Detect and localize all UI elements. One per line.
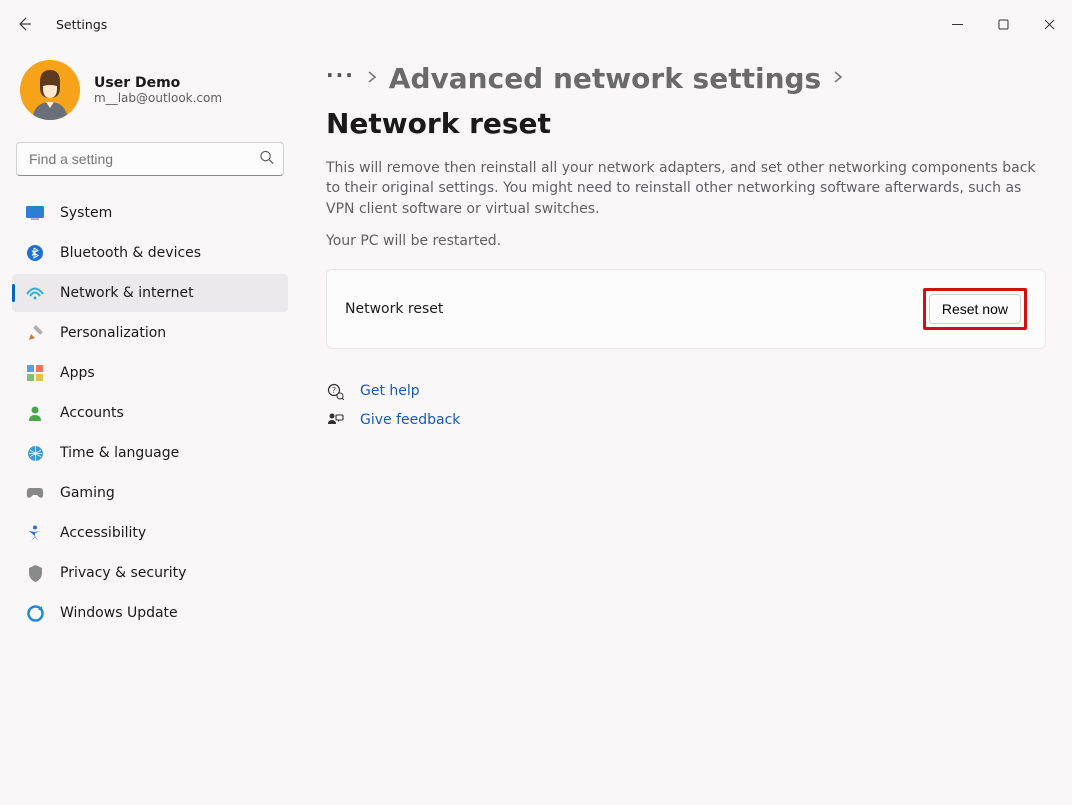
profile-block[interactable]: User Demo m__lab@outlook.com [12, 54, 288, 138]
profile-email: m__lab@outlook.com [94, 91, 222, 105]
sidebar-item-apps[interactable]: Apps [12, 354, 288, 392]
sidebar-item-label: Accounts [60, 405, 124, 421]
page-title: Network reset [326, 107, 551, 140]
search-wrap [16, 142, 284, 176]
system-icon [26, 204, 44, 222]
chevron-right-icon [367, 70, 377, 88]
network-icon [26, 284, 44, 302]
titlebar: Settings [0, 0, 1072, 48]
sidebar-item-label: Gaming [60, 485, 115, 501]
reset-now-button[interactable]: Reset now [929, 294, 1021, 324]
avatar [20, 60, 80, 120]
update-icon [26, 604, 44, 622]
card-label: Network reset [345, 301, 443, 317]
help-row: ? Get help [326, 383, 1046, 400]
sidebar-item-system[interactable]: System [12, 194, 288, 232]
sidebar-item-personalization[interactable]: Personalization [12, 314, 288, 352]
sidebar-item-label: System [60, 205, 112, 221]
svg-text:?: ? [331, 386, 335, 395]
personalization-icon [26, 324, 44, 342]
restart-note: Your PC will be restarted. [326, 233, 1046, 249]
sidebar-item-label: Time & language [60, 445, 179, 461]
accounts-icon [26, 404, 44, 422]
breadcrumb-more-icon[interactable]: ··· [326, 70, 355, 88]
sidebar: User Demo m__lab@outlook.com System Bl [0, 48, 300, 805]
profile-name: User Demo [94, 75, 222, 91]
accessibility-icon [26, 524, 44, 542]
bluetooth-icon [26, 244, 44, 262]
app-title: Settings [56, 17, 107, 32]
window-controls [934, 8, 1072, 40]
close-button[interactable] [1026, 8, 1072, 40]
sidebar-item-label: Windows Update [60, 605, 178, 621]
give-feedback-link[interactable]: Give feedback [360, 412, 460, 428]
feedback-row: Give feedback [326, 412, 1046, 429]
sidebar-item-label: Accessibility [60, 525, 146, 541]
sidebar-item-label: Privacy & security [60, 565, 186, 581]
description-text: This will remove then reinstall all your… [326, 158, 1046, 219]
sidebar-item-privacy[interactable]: Privacy & security [12, 554, 288, 592]
sidebar-item-accessibility[interactable]: Accessibility [12, 514, 288, 552]
sidebar-item-label: Network & internet [60, 285, 194, 301]
sidebar-item-time[interactable]: Time & language [12, 434, 288, 472]
sidebar-item-label: Bluetooth & devices [60, 245, 201, 261]
gaming-icon [26, 484, 44, 502]
sidebar-item-network[interactable]: Network & internet [12, 274, 288, 312]
breadcrumb-parent[interactable]: Advanced network settings [389, 62, 821, 95]
minimize-button[interactable] [934, 8, 980, 40]
help-icon: ? [326, 383, 344, 400]
breadcrumb: ··· Advanced network settings Network re… [326, 62, 1046, 140]
sidebar-item-update[interactable]: Windows Update [12, 594, 288, 632]
network-reset-card: Network reset Reset now [326, 269, 1046, 349]
apps-icon [26, 364, 44, 382]
back-button[interactable] [8, 8, 40, 40]
search-icon [259, 150, 274, 169]
sidebar-item-accounts[interactable]: Accounts [12, 394, 288, 432]
search-input[interactable] [16, 142, 284, 176]
main-content: ··· Advanced network settings Network re… [300, 48, 1072, 805]
shield-icon [26, 564, 44, 582]
get-help-link[interactable]: Get help [360, 383, 420, 399]
nav: System Bluetooth & devices Network & int… [12, 194, 288, 632]
feedback-icon [326, 412, 344, 429]
sidebar-item-bluetooth[interactable]: Bluetooth & devices [12, 234, 288, 272]
sidebar-item-label: Apps [60, 365, 95, 381]
sidebar-item-gaming[interactable]: Gaming [12, 474, 288, 512]
maximize-button[interactable] [980, 8, 1026, 40]
sidebar-item-label: Personalization [60, 325, 166, 341]
time-icon [26, 444, 44, 462]
annotation-highlight: Reset now [923, 288, 1027, 330]
chevron-right-icon [833, 70, 843, 88]
